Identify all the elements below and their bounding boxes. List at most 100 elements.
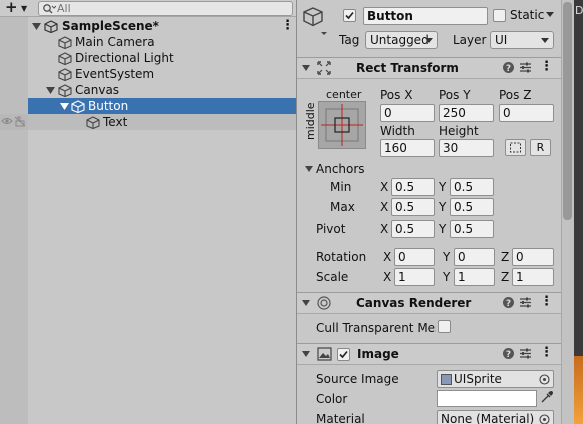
- foldout-arrow-icon[interactable]: [305, 166, 313, 172]
- svg-text:?: ?: [506, 350, 511, 360]
- image-header[interactable]: Image ? ⋮: [297, 343, 561, 365]
- gameobject-cube-icon: [58, 68, 72, 81]
- expand-arrow-icon[interactable]: [60, 103, 69, 110]
- canvas-renderer-icon: [317, 296, 331, 310]
- source-image-label: Source Image: [316, 372, 399, 386]
- scale-z-label: Z: [501, 270, 510, 284]
- scale-z-field[interactable]: 1: [512, 268, 554, 286]
- add-object-button[interactable]: + ▼: [2, 0, 32, 17]
- hierarchy-item[interactable]: EventSystem: [28, 66, 296, 82]
- image-enabled-checkbox[interactable]: [337, 348, 350, 361]
- pivot-y-label: Y: [439, 222, 447, 236]
- rot-x-field[interactable]: 0: [394, 248, 435, 266]
- foldout-arrow-icon[interactable]: [302, 65, 310, 71]
- rot-y-field[interactable]: 0: [454, 248, 495, 266]
- hierarchy-gutter: [0, 17, 28, 424]
- gameobject-large-icon[interactable]: [302, 6, 328, 36]
- pivot-x-label: X: [380, 222, 389, 236]
- rot-y-label: Y: [443, 250, 451, 264]
- hierarchy-item-selected[interactable]: Button: [28, 98, 296, 114]
- pivot-label: Pivot: [316, 222, 346, 236]
- rect-transform-icon: [317, 61, 331, 75]
- canvas-renderer-header[interactable]: Canvas Renderer ? ⋮: [297, 292, 561, 314]
- source-image-field[interactable]: UISprite: [437, 370, 554, 388]
- rect-transform-header[interactable]: Rect Transform ? ⋮: [297, 57, 561, 79]
- more-icon[interactable]: ⋮: [281, 18, 294, 34]
- sprite-icon: [441, 374, 452, 385]
- pivot-x-field[interactable]: 0.5: [391, 220, 435, 238]
- scene-label: SampleScene*: [62, 19, 159, 33]
- chevron-down-icon: ▼: [21, 4, 28, 13]
- tag-dropdown[interactable]: Untagged: [365, 31, 438, 49]
- pivot-y-field[interactable]: 0.5: [450, 220, 494, 238]
- eyedropper-icon[interactable]: [540, 391, 553, 404]
- foldout-arrow-icon[interactable]: [302, 300, 310, 306]
- hierarchy-item-label: EventSystem: [75, 67, 155, 81]
- hierarchy-item[interactable]: Main Camera: [28, 34, 296, 50]
- active-checkbox[interactable]: [343, 9, 356, 22]
- color-swatch[interactable]: [437, 390, 537, 407]
- min-x-label: X: [380, 180, 389, 194]
- material-field[interactable]: None (Material): [437, 410, 554, 424]
- plus-icon: +: [5, 0, 18, 16]
- chevron-down-icon: [425, 38, 433, 43]
- raw-edit-button[interactable]: R: [530, 139, 551, 156]
- object-picker-icon[interactable]: [539, 374, 550, 385]
- max-y-field[interactable]: 0.5: [450, 198, 494, 216]
- anchors-label: Anchors: [316, 162, 365, 176]
- hierarchy-item[interactable]: Text: [28, 114, 296, 130]
- more-icon[interactable]: ⋮: [540, 294, 553, 309]
- scale-x-field[interactable]: 1: [394, 268, 435, 286]
- visibility-gutter-row: [0, 114, 28, 130]
- object-name-field[interactable]: Button: [363, 7, 488, 25]
- posx-label: Pos X: [380, 88, 413, 102]
- presets-icon[interactable]: [519, 61, 532, 74]
- hierarchy-search[interactable]: [38, 1, 293, 16]
- scene-row[interactable]: SampleScene* ⋮: [28, 18, 296, 34]
- anchor-h-label: center: [326, 88, 362, 101]
- cull-transparent-checkbox[interactable]: [438, 320, 451, 333]
- hierarchy-item-label: Text: [103, 115, 128, 129]
- max-x-field[interactable]: 0.5: [391, 198, 435, 216]
- blueprint-mode-button[interactable]: [505, 139, 526, 156]
- help-icon[interactable]: ?: [502, 296, 515, 309]
- scrollbar-thumb[interactable]: [563, 2, 572, 220]
- layer-dropdown[interactable]: UI: [490, 31, 554, 49]
- expand-arrow-icon[interactable]: [46, 87, 55, 94]
- posz-field[interactable]: 0: [499, 104, 554, 122]
- search-input[interactable]: [57, 2, 287, 15]
- scale-y-field[interactable]: 1: [454, 268, 495, 286]
- tag-label: Tag: [339, 33, 360, 47]
- foldout-arrow-icon[interactable]: [302, 351, 310, 357]
- presets-icon[interactable]: [519, 296, 532, 309]
- more-icon[interactable]: ⋮: [540, 59, 553, 74]
- search-icon: [42, 3, 56, 15]
- object-picker-icon[interactable]: [539, 414, 550, 424]
- anchor-presets-button[interactable]: [318, 101, 366, 149]
- hierarchy-item[interactable]: Directional Light: [28, 50, 296, 66]
- image-component-icon: [317, 347, 332, 361]
- help-icon[interactable]: ?: [502, 61, 515, 74]
- min-y-field[interactable]: 0.5: [450, 178, 494, 196]
- pick-hand-icon[interactable]: [14, 116, 26, 127]
- scene-view-strip: [574, 356, 583, 424]
- height-field[interactable]: 30: [439, 139, 494, 157]
- help-icon[interactable]: ?: [502, 347, 515, 360]
- static-checkbox[interactable]: [493, 9, 506, 22]
- color-label: Color: [316, 392, 348, 406]
- scale-y-label: Y: [443, 270, 451, 284]
- presets-icon[interactable]: [519, 347, 532, 360]
- gameobject-cube-icon: [86, 116, 100, 129]
- static-dropdown-arrow-icon[interactable]: [546, 12, 554, 17]
- min-x-field[interactable]: 0.5: [391, 178, 435, 196]
- static-label: Static: [510, 8, 545, 22]
- width-field[interactable]: 160: [380, 139, 435, 157]
- hierarchy-item[interactable]: Canvas: [28, 82, 296, 98]
- rot-z-field[interactable]: 0: [512, 248, 554, 266]
- more-icon[interactable]: ⋮: [540, 345, 553, 360]
- posy-field[interactable]: 250: [439, 104, 494, 122]
- svg-text:?: ?: [506, 64, 511, 74]
- eye-icon[interactable]: [1, 116, 13, 126]
- expand-arrow-icon[interactable]: [32, 23, 41, 30]
- posx-field[interactable]: 0: [380, 104, 435, 122]
